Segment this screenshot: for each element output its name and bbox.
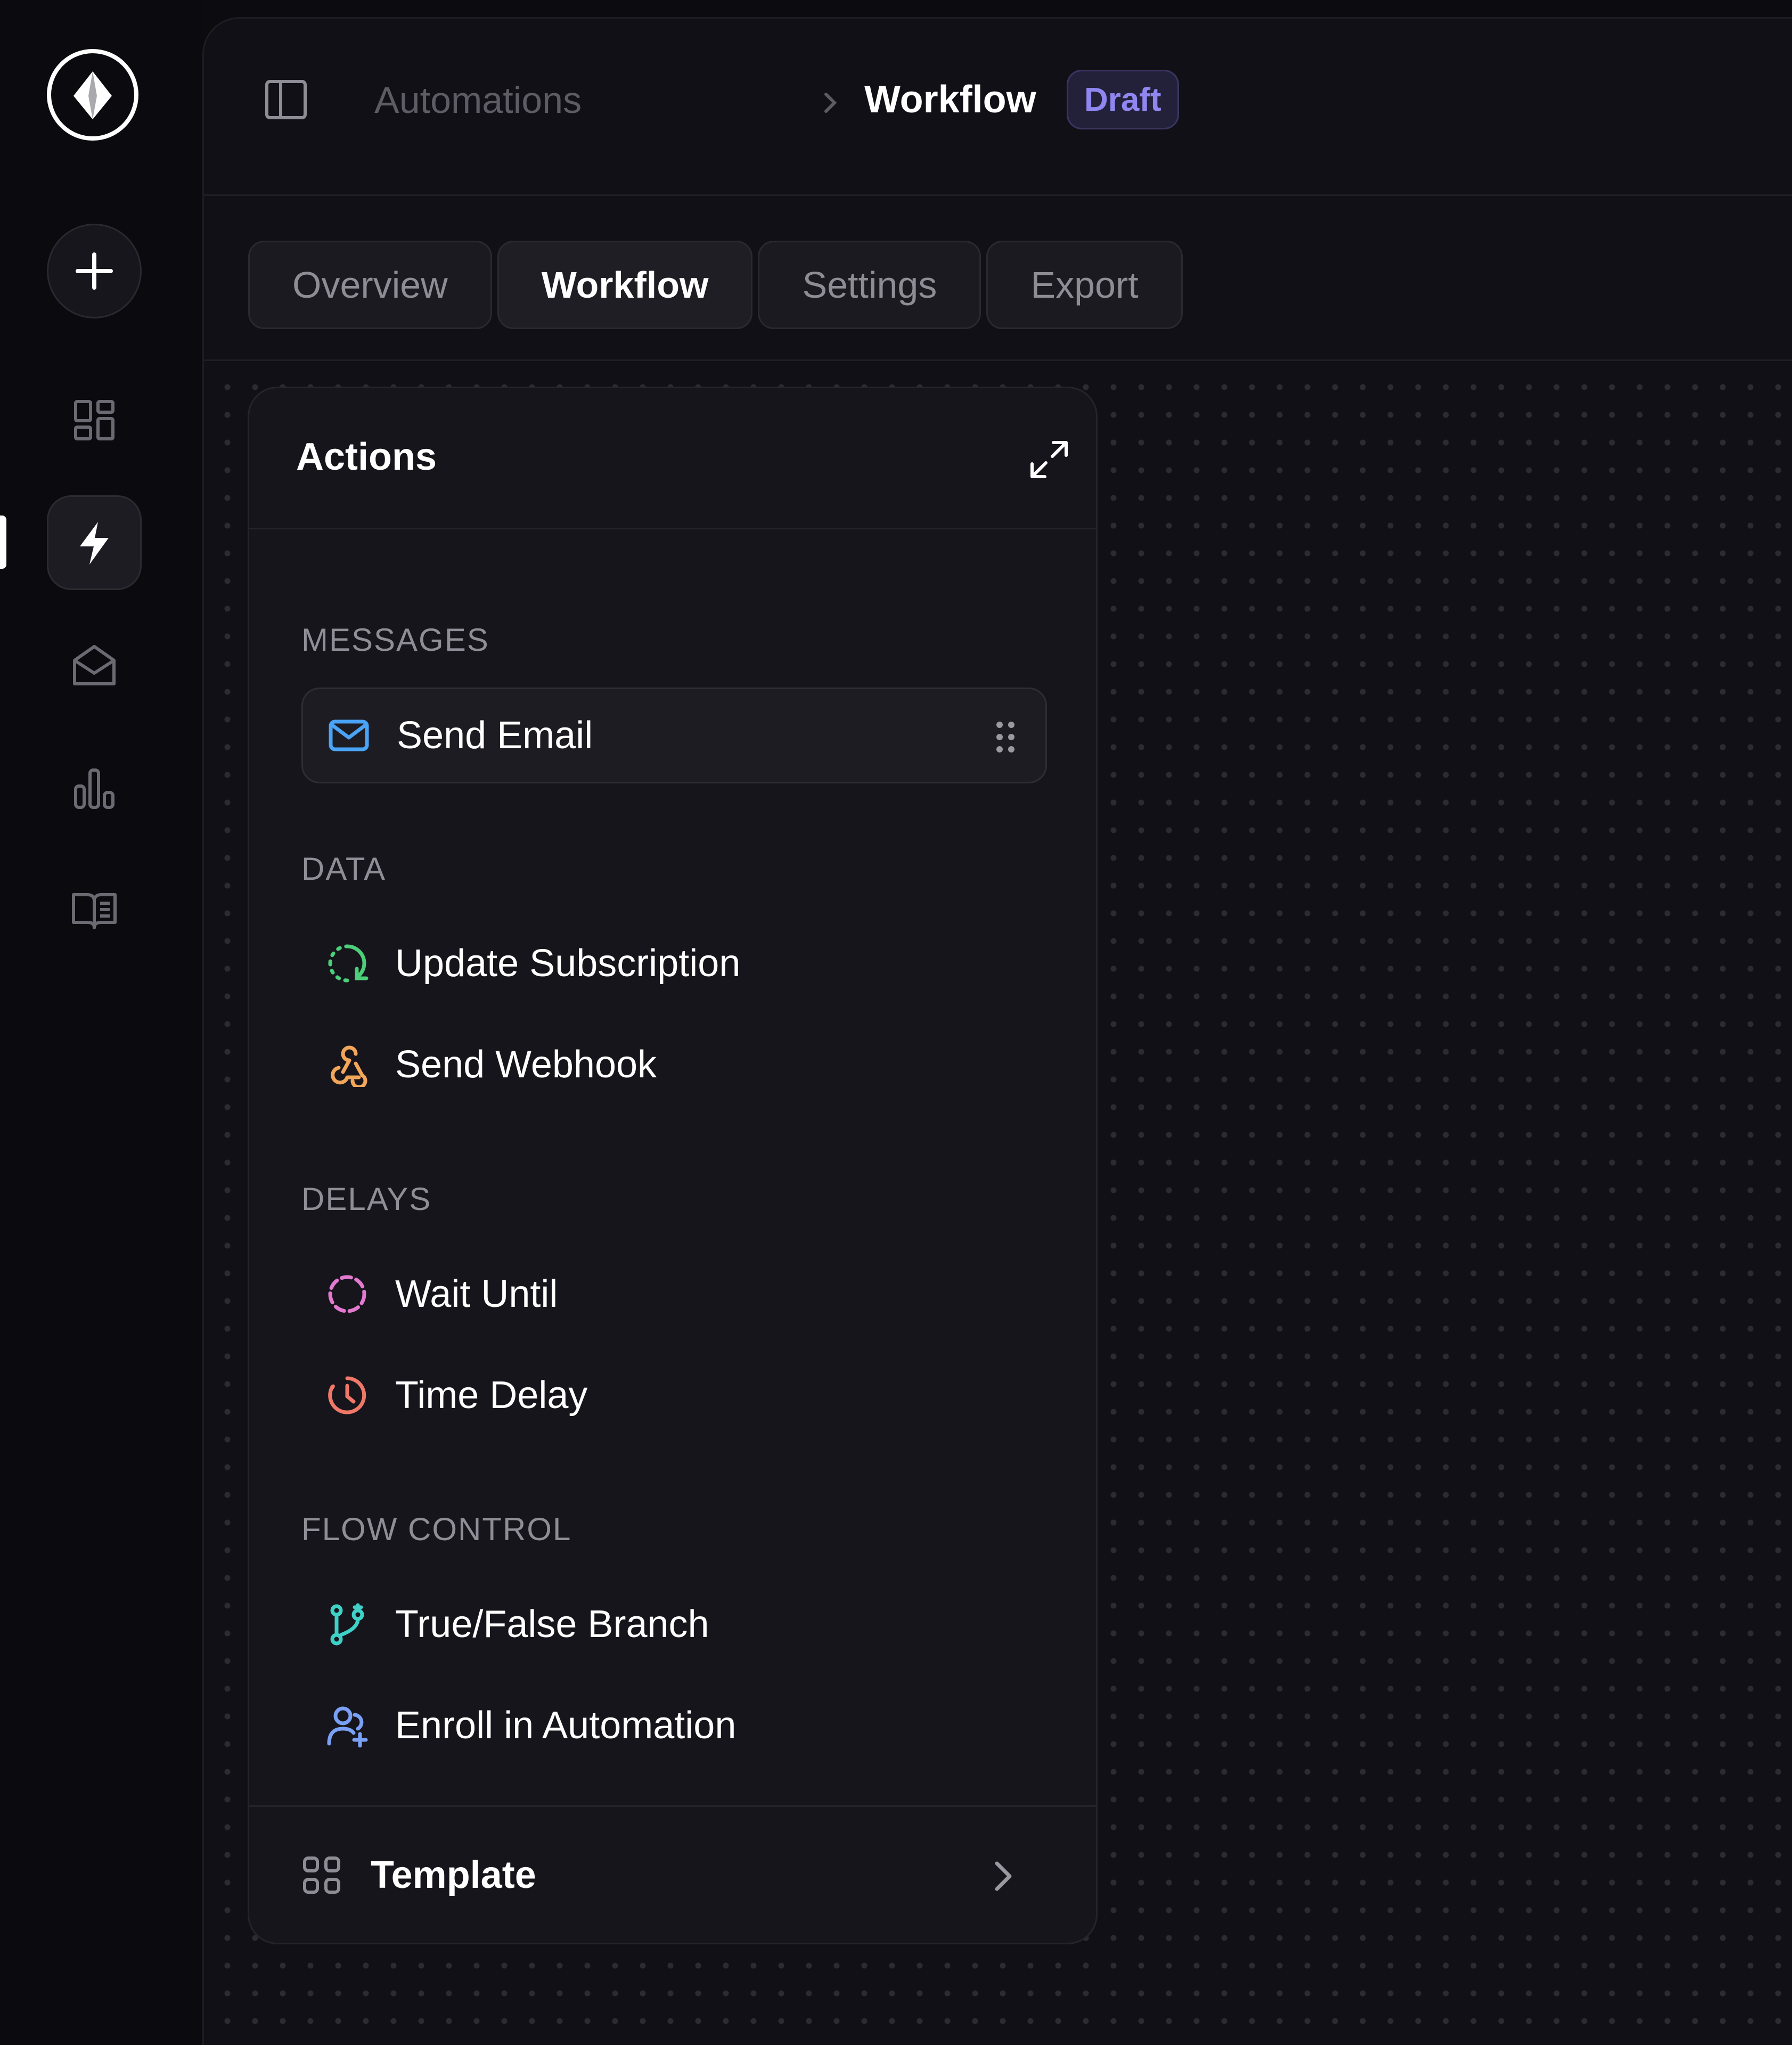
webhook-icon	[331, 1045, 367, 1087]
top-bar: Automations Workflow Draft	[204, 19, 1792, 196]
action-true-false-branch[interactable]: True/False Branch	[301, 1576, 1047, 1672]
action-label: Enroll in Automation	[395, 1704, 737, 1747]
tab-overview[interactable]: Overview	[248, 241, 492, 329]
git-branch-icon	[330, 1603, 364, 1646]
refresh-circle-icon	[328, 944, 369, 983]
action-label: Wait Until	[395, 1273, 558, 1315]
dashboard-grid-icon	[74, 400, 114, 440]
template-row[interactable]: Template	[249, 1805, 1096, 1943]
plus-icon	[76, 252, 113, 290]
action-time-delay[interactable]: Time Delay	[301, 1347, 1047, 1443]
section-label-data: DATA	[301, 851, 387, 887]
mail-icon	[329, 719, 369, 751]
rail-item-docs[interactable]	[47, 862, 142, 956]
app-logo[interactable]	[47, 49, 138, 141]
chevron-right-icon	[824, 93, 837, 113]
rail-item-dashboard[interactable]	[47, 373, 142, 468]
tab-bar: Overview Workflow Settings Export	[204, 196, 1792, 361]
template-label: Template	[371, 1853, 536, 1896]
action-label: Send Webhook	[395, 1043, 657, 1086]
status-badge: Draft	[1067, 70, 1179, 129]
actions-panel-header: Actions	[249, 388, 1096, 529]
main-area: Automations Workflow Draft Overview Work…	[202, 17, 1792, 2045]
dashed-circle-icon	[328, 1275, 366, 1313]
tabs: Overview Workflow Settings Export	[248, 241, 1183, 329]
action-label: Update Subscription	[395, 942, 741, 985]
lightning-bolt-icon	[80, 522, 109, 565]
panel-title: Actions	[296, 436, 437, 478]
actions-panel: Actions MESSAGES Send Email DATA Update …	[248, 387, 1098, 1944]
drag-handle-icon[interactable]	[987, 718, 1024, 756]
action-send-webhook[interactable]: Send Webhook	[301, 1017, 1047, 1113]
action-enroll-in-automation[interactable]: Enroll in Automation	[301, 1678, 1047, 1773]
rail-item-automations[interactable]	[47, 495, 142, 590]
section-label-messages: MESSAGES	[301, 622, 489, 658]
create-button[interactable]	[47, 224, 142, 318]
template-grid-icon	[303, 1856, 340, 1894]
tab-settings[interactable]: Settings	[758, 241, 981, 329]
left-rail	[0, 0, 202, 2045]
book-open-icon	[72, 893, 117, 929]
rail-item-messages[interactable]	[47, 618, 142, 713]
bar-chart-icon	[74, 768, 114, 809]
action-label: Time Delay	[395, 1374, 588, 1417]
action-label: Send Email	[397, 714, 593, 757]
section-label-flow-control: FLOW CONTROL	[301, 1511, 572, 1547]
tab-export[interactable]: Export	[986, 241, 1183, 329]
section-label-delays: DELAYS	[301, 1181, 432, 1217]
action-send-email[interactable]: Send Email	[301, 688, 1047, 783]
clock-icon	[328, 1376, 366, 1414]
rail-item-analytics[interactable]	[47, 740, 142, 835]
active-rail-marker	[0, 516, 6, 569]
breadcrumb-current: Workflow	[864, 78, 1036, 121]
logo-diamond-icon	[73, 71, 112, 119]
action-update-subscription[interactable]: Update Subscription	[301, 915, 1047, 1011]
action-wait-until[interactable]: Wait Until	[301, 1246, 1047, 1342]
mail-open-icon	[73, 645, 116, 685]
expand-icon[interactable]	[1027, 437, 1071, 482]
sidebar-toggle-icon[interactable]	[264, 77, 308, 122]
tab-workflow[interactable]: Workflow	[497, 241, 753, 329]
user-plus-icon	[327, 1706, 368, 1748]
breadcrumb-parent[interactable]: Automations	[374, 81, 582, 119]
action-label: True/False Branch	[395, 1603, 709, 1646]
chevron-right-icon	[995, 1861, 1012, 1891]
